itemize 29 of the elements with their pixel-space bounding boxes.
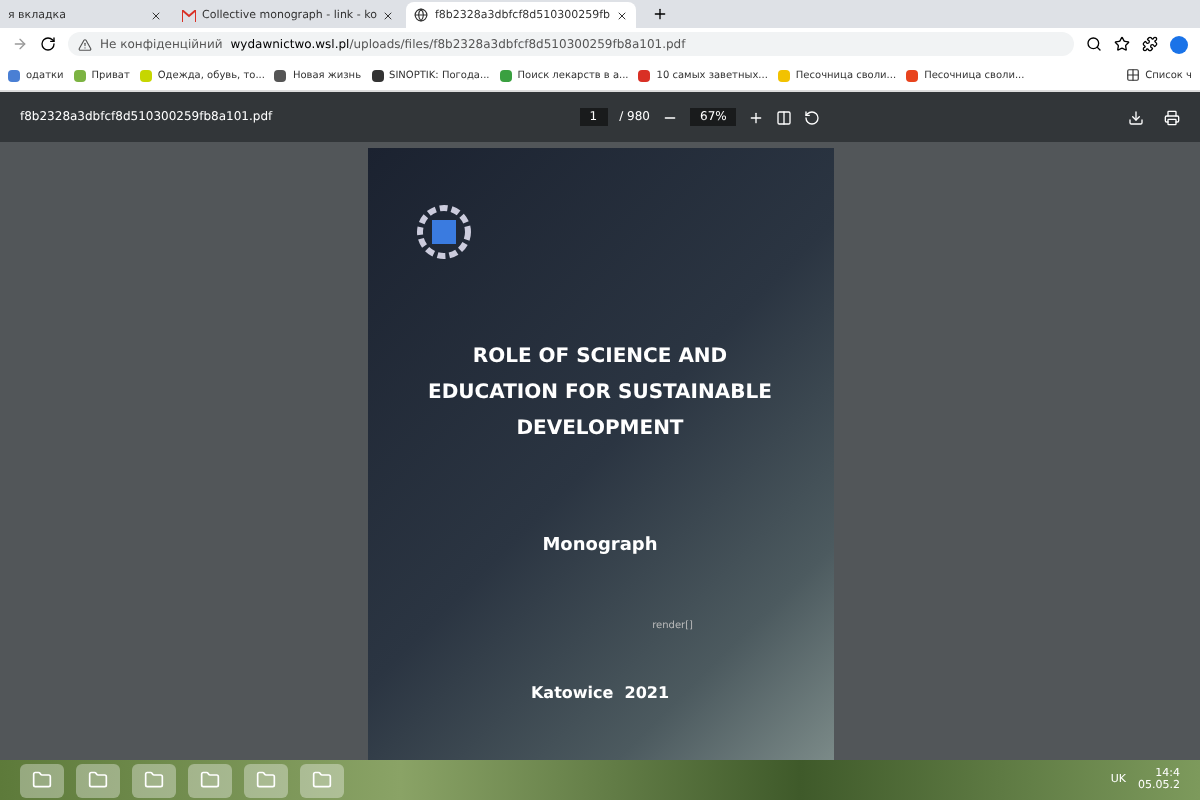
- globe-icon: [414, 8, 429, 22]
- reload-icon[interactable]: [40, 36, 56, 52]
- search-icon[interactable]: [1086, 36, 1102, 52]
- warning-icon: [78, 37, 92, 51]
- cover-title: ROLE OF SCIENCE AND EDUCATION FOR SUSTAINABLE DEVELOPMENT: [428, 344, 772, 444]
- taskbar-app-icon[interactable]: [76, 763, 120, 797]
- taskbar-app-icon[interactable]: [244, 763, 288, 797]
- avatar-icon[interactable]: [1170, 35, 1188, 53]
- new-tab-icon[interactable]: [652, 6, 669, 22]
- cover-subtitle: Monograph: [542, 536, 658, 556]
- cover-place: Katowice 2021: [530, 684, 670, 702]
- forward-icon[interactable]: [12, 36, 28, 52]
- mail-icon: [182, 9, 196, 21]
- close-icon[interactable]: [616, 9, 629, 21]
- puzzle-icon[interactable]: [1142, 36, 1158, 52]
- taskbar-app-icon[interactable]: [188, 763, 232, 797]
- taskbar-app-icon[interactable]: [132, 763, 176, 797]
- close-icon[interactable]: [382, 9, 395, 21]
- download-icon[interactable]: [1128, 109, 1144, 125]
- zoom-in-icon[interactable]: [748, 109, 765, 125]
- star-icon[interactable]: [1114, 36, 1130, 52]
- close-icon[interactable]: [150, 9, 162, 21]
- taskbar-app-icon[interactable]: [300, 763, 344, 797]
- emblem-icon: [415, 204, 471, 260]
- print-icon[interactable]: [1164, 109, 1180, 125]
- fit-page-icon[interactable]: [776, 109, 793, 125]
- rotate-icon[interactable]: [804, 109, 821, 125]
- taskbar-app-icon[interactable]: [20, 763, 64, 797]
- grid-icon: [1125, 68, 1140, 82]
